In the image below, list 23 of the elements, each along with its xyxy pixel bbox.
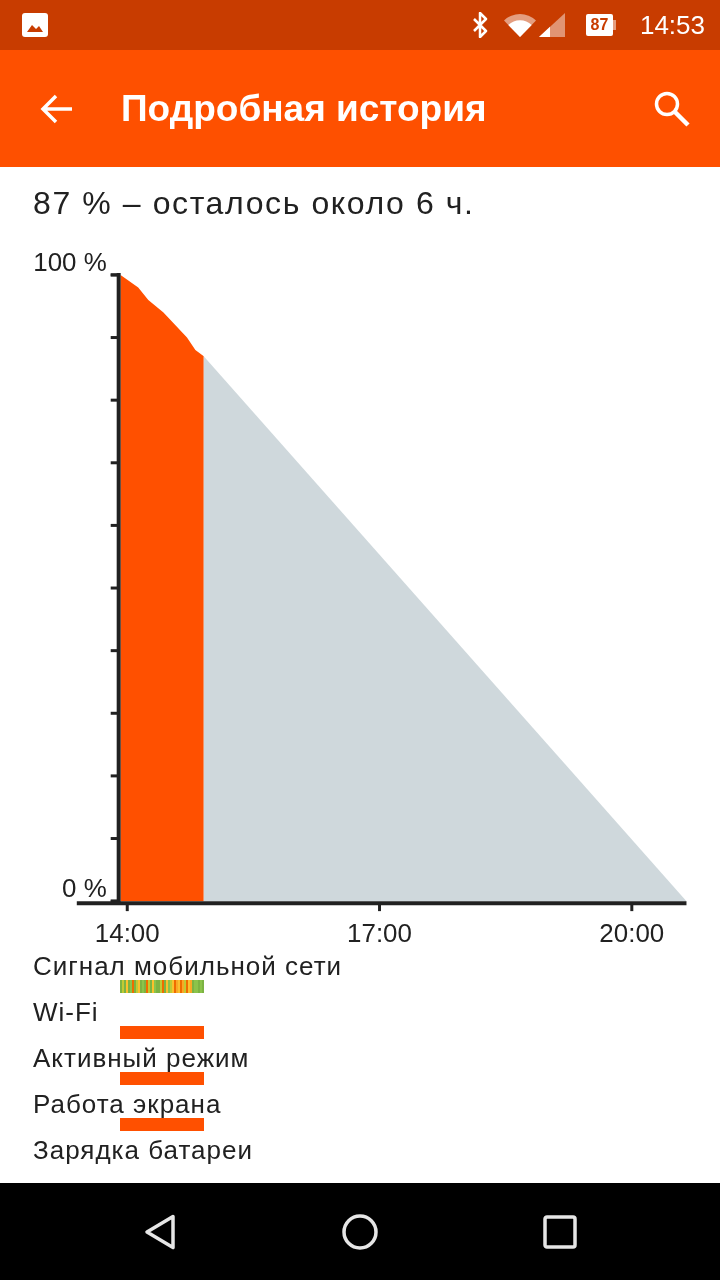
back-arrow-icon[interactable] [40,93,74,124]
x-tick-label: 14:00 [94,919,160,948]
search-icon[interactable] [654,90,690,127]
legend-label: Зарядка батареи [33,1137,254,1164]
recent-apps-icon[interactable] [543,1214,577,1249]
y-tick-label: 100 % [33,247,107,276]
home-icon[interactable] [342,1213,378,1250]
app-bar-title: Подробная история [121,86,488,131]
cell-signal-icon [538,13,565,37]
legend-label: Активный режим [33,1045,251,1072]
y-tick-label: 0 % [62,874,107,903]
legend-label: Wi-Fi [33,999,100,1026]
wifi-icon [503,13,536,37]
x-tick-label: 17:00 [347,919,412,948]
legend-label: Работа экрана [33,1091,223,1118]
battery-summary: 87 % – осталось около 6 ч. [33,185,476,221]
back-icon[interactable] [144,1213,176,1250]
battery-percent: 87 [585,14,613,36]
image-notification-icon [22,13,48,37]
x-tick-label: 20:00 [599,919,665,948]
legend-label: Сигнал мобильной сети [33,953,344,980]
bluetooth-icon [471,12,488,38]
status-time: 14:53 [639,10,705,40]
